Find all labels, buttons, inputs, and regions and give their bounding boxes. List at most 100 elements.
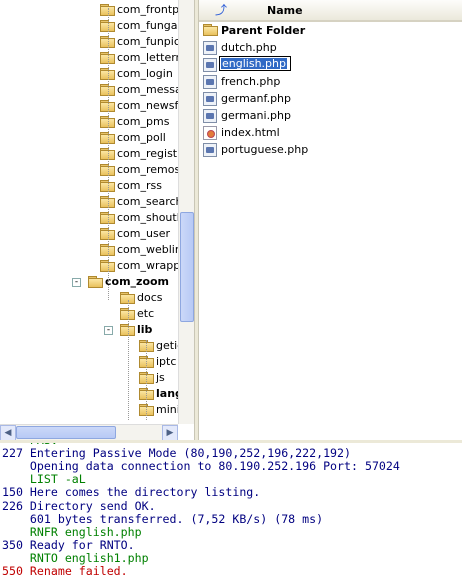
php-file-icon: [203, 109, 217, 123]
tree-connector: [108, 8, 110, 300]
tree-item-label: com_pms: [117, 115, 170, 128]
parent-folder-label: Parent Folder: [221, 24, 306, 37]
file-list-pane: ⤴ Name Parent Folder dutch.php english.ph…: [199, 0, 462, 440]
tree-item[interactable]: iptc: [0, 354, 178, 370]
tree-item-label: com_frontpa: [117, 3, 178, 16]
ftp-log-panel: PASV 227 Entering Passive Mode (80,190,25…: [0, 440, 462, 585]
tree-connector: [128, 300, 130, 420]
tree-item-label: com_newsfe: [117, 99, 178, 112]
tree-item[interactable]: com_wrappe: [0, 258, 178, 274]
log-line: LIST -aL: [2, 472, 86, 487]
tree-item-label: com_registra: [117, 147, 178, 160]
collapse-icon[interactable]: -: [72, 278, 81, 287]
rename-input[interactable]: english.php: [219, 56, 291, 71]
tree-item[interactable]: com_funpict: [0, 34, 178, 50]
tree-item-label: com_shoutb: [117, 211, 178, 224]
tree-item-label: iptc: [156, 355, 177, 368]
tree-item-label: com_remosit: [117, 163, 178, 176]
tree-item[interactable]: com_messag: [0, 82, 178, 98]
tree-horizontal-scrollbar[interactable]: ◀ ▶: [0, 424, 178, 440]
file-row[interactable]: index.html: [203, 124, 453, 141]
log-line: Opening data connection to 80.190.252.19…: [2, 459, 400, 474]
tree-item-label: com_poll: [117, 131, 166, 144]
tree-item[interactable]: etc: [0, 306, 178, 322]
log-line: RNFR english.php: [2, 524, 142, 539]
log-line: 601 bytes transferred. (7,52 KB/s) (78 m…: [2, 511, 324, 526]
tree-item[interactable]: minix: [0, 402, 178, 418]
tree-horizontal-scroll-thumb[interactable]: [16, 426, 116, 439]
up-arrow-icon: ⤴: [215, 3, 228, 17]
tree-item[interactable]: com_pms: [0, 114, 178, 130]
tree-item[interactable]: com_rss: [0, 178, 178, 194]
tree-item-label: com_wrappe: [117, 259, 178, 272]
log-line: 550 Rename failed.: [2, 564, 128, 578]
folder-tree-pane: com_frontpa com_fungam com_funpict com_lett…: [0, 0, 194, 440]
collapse-icon[interactable]: -: [104, 326, 113, 335]
file-row[interactable]: portuguese.php: [203, 141, 453, 158]
tree-item-label: getid: [156, 339, 178, 352]
file-row[interactable]: english.php: [203, 56, 453, 73]
file-name: french.php: [221, 75, 281, 88]
tree-item[interactable]: com_registra: [0, 146, 178, 162]
file-name: index.html: [221, 126, 280, 139]
tree-item[interactable]: com_login: [0, 66, 178, 82]
arrow-left-icon[interactable]: ◀: [0, 425, 16, 440]
tree-item-label: lib: [137, 323, 153, 336]
tree-item[interactable]: - lib: [0, 322, 178, 338]
tree-item[interactable]: com_poll: [0, 130, 178, 146]
tree-item-label: docs: [137, 291, 163, 304]
name-column-header[interactable]: ⤴ Name: [199, 0, 462, 22]
tree-item[interactable]: - com_zoom: [0, 274, 178, 290]
tree-item[interactable]: com_frontpa: [0, 2, 178, 18]
file-row[interactable]: germani.php: [203, 107, 453, 124]
tree-item[interactable]: com_search: [0, 194, 178, 210]
tree-item[interactable]: com_newsfe: [0, 98, 178, 114]
folder-tree: com_frontpa com_fungam com_funpict com_lett…: [0, 0, 178, 424]
tree-item-label: com_rss: [117, 179, 162, 192]
tree-item-label: com_letterm: [117, 51, 178, 64]
file-name: portuguese.php: [221, 143, 309, 156]
tree-item[interactable]: com_weblink: [0, 242, 178, 258]
log-line: RNTO english1.php: [2, 550, 149, 565]
log-line: 150 Here comes the directory listing.: [2, 485, 261, 500]
log-line: 350 Ready for RNTO.: [2, 537, 135, 552]
tree-item-label: com_messag: [117, 83, 178, 96]
file-row[interactable]: germanf.php: [203, 90, 453, 107]
php-file-icon: [203, 75, 217, 89]
file-name: dutch.php: [221, 41, 277, 54]
tree-connector: [146, 340, 148, 420]
tree-item-label: com_funpict: [117, 35, 178, 48]
tree-item[interactable]: com_letterm: [0, 50, 178, 66]
rename-input-selected-text: english.php: [221, 57, 287, 70]
tree-item-label: minix: [156, 403, 178, 416]
arrow-right-icon[interactable]: ▶: [162, 425, 178, 440]
tree-item[interactable]: com_fungam: [0, 18, 178, 34]
tree-item[interactable]: com_shoutb: [0, 210, 178, 226]
tree-item-label: com_weblink: [117, 243, 178, 256]
file-row[interactable]: french.php: [203, 73, 453, 90]
tree-item[interactable]: com_user: [0, 226, 178, 242]
tree-item-label: com_zoom: [105, 275, 170, 288]
file-row[interactable]: dutch.php: [203, 39, 453, 56]
tree-item-label: lang: [156, 387, 178, 400]
tree-item[interactable]: docs: [0, 290, 178, 306]
tree-item-label: com_fungam: [117, 19, 178, 32]
tree-item[interactable]: lang: [0, 386, 178, 402]
name-column-label: Name: [267, 4, 303, 17]
tree-item[interactable]: com_remosit: [0, 162, 178, 178]
log-line: 227 Entering Passive Mode (80,190,252,19…: [2, 446, 352, 461]
tree-item[interactable]: js: [0, 370, 178, 386]
tree-vertical-scroll-thumb[interactable]: [180, 212, 194, 322]
php-file-icon: [203, 58, 217, 72]
tree-item-label: com_login: [117, 67, 173, 80]
php-file-icon: [203, 92, 217, 106]
tree-item-label: etc: [137, 307, 155, 320]
tree-vertical-scrollbar[interactable]: [178, 0, 194, 424]
log-line: 226 Directory send OK.: [2, 498, 156, 513]
file-name: germani.php: [221, 109, 291, 122]
php-file-icon: [203, 41, 217, 55]
tree-item[interactable]: getid: [0, 338, 178, 354]
folder-icon: [203, 24, 219, 37]
file-name: germanf.php: [221, 92, 292, 105]
tree-item-label: com_user: [117, 227, 170, 240]
